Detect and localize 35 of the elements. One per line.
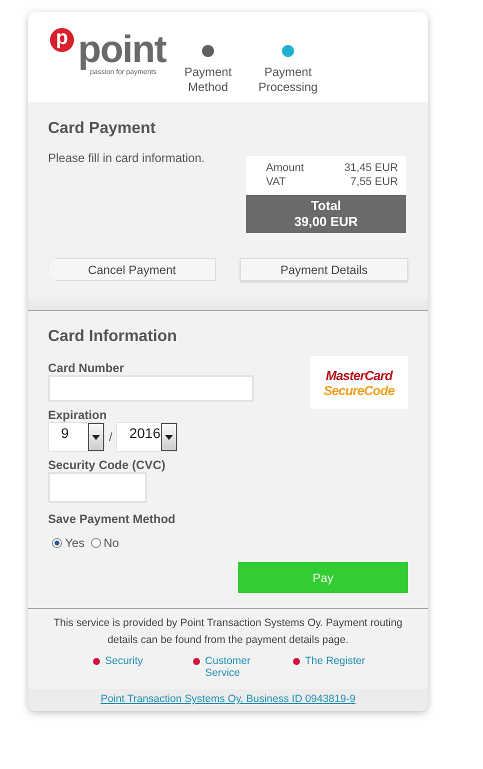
dropdown-arrow-icon xyxy=(165,434,174,440)
total-label: Total xyxy=(310,198,342,214)
radio-button[interactable] xyxy=(52,538,62,548)
instruction-text: Please fill in card information. xyxy=(48,151,205,167)
radio-option[interactable]: Yes xyxy=(52,536,85,550)
cvc-field[interactable] xyxy=(48,472,147,503)
field-label: Security Code (CVC) xyxy=(48,458,166,472)
brand-line: MasterCard xyxy=(326,368,392,382)
month-select[interactable]: 9 xyxy=(48,422,105,452)
date-separator: / xyxy=(109,430,112,444)
section-title: Card Payment xyxy=(48,120,157,138)
field-label: Card Number xyxy=(48,361,124,375)
summary-label: VAT xyxy=(266,175,286,189)
logo-mark: p xyxy=(50,28,74,52)
radio-option[interactable]: No xyxy=(90,536,119,550)
summary-value: 7,55 EUR xyxy=(350,175,398,189)
bullet-icon xyxy=(193,658,200,665)
bullet-icon xyxy=(93,658,100,665)
total-value: 39,00 EUR xyxy=(294,214,358,230)
step-label: Payment Processing xyxy=(257,65,319,95)
footer-text: This service is provided by Point Transaction Systems Oy. Payment routing details can be found from the payment details page. xyxy=(52,616,404,648)
dropdown-arrow-icon xyxy=(92,434,100,440)
radio-button[interactable] xyxy=(90,538,101,548)
details-button[interactable]: Payment Details xyxy=(240,258,408,281)
summary-value: 31,45 EUR xyxy=(344,161,398,175)
step-label: Payment Method xyxy=(183,65,233,95)
back-button[interactable]: Cancel Payment xyxy=(48,258,216,281)
summary-label: Amount xyxy=(266,161,304,175)
bullet-icon xyxy=(293,658,300,665)
card-number-field[interactable] xyxy=(48,375,254,402)
year-select[interactable]: 2016 xyxy=(116,422,178,452)
brand-line: SecureCode xyxy=(324,382,394,398)
section-title: Card Information xyxy=(48,328,177,346)
field-label: Expiration xyxy=(48,408,107,422)
field-label: Save Payment Method xyxy=(48,512,176,526)
